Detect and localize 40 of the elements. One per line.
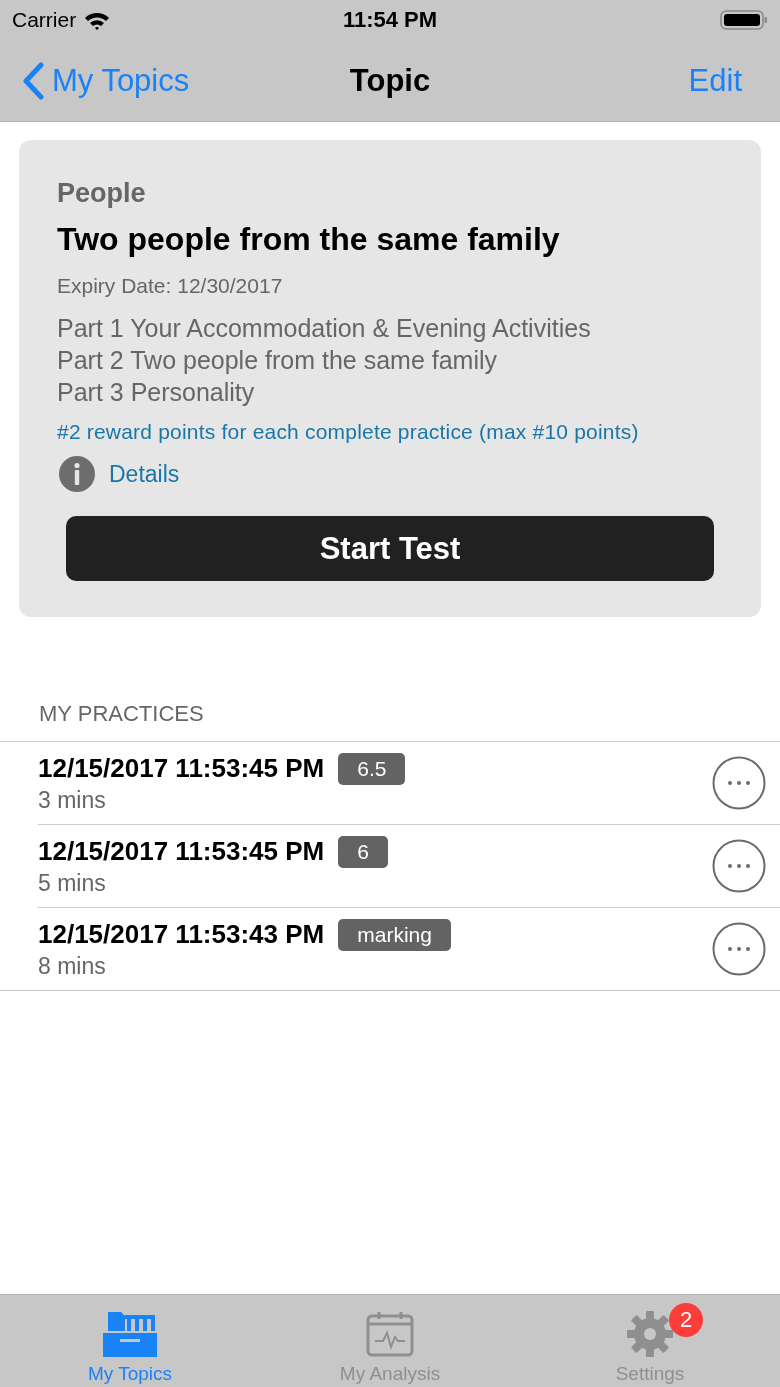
reward-note: #2 reward points for each complete practice (max #10 points) xyxy=(57,420,640,444)
score-tag: 6 xyxy=(338,835,388,868)
practice-row[interactable]: 12/15/2017 11:53:45 PM 6 5 mins xyxy=(38,825,780,908)
score-tag: 6.5 xyxy=(338,752,406,785)
topic-part: Part 2 Two people from the same family xyxy=(57,345,498,376)
practice-datetime: 12/15/2017 11:53:45 PM xyxy=(38,836,325,867)
gear-icon xyxy=(627,1311,673,1357)
screen-title: Topic xyxy=(349,62,431,99)
calendar-chart-icon xyxy=(366,1311,414,1357)
status-time: 11:54 PM xyxy=(342,7,438,33)
back-chevron-icon xyxy=(22,61,44,100)
battery-icon xyxy=(720,9,768,31)
tab-bar-item[interactable]: 2 Settings xyxy=(520,1295,780,1387)
topic-part: Part 1 Your Accommodation & Evening Activities xyxy=(57,313,592,344)
practice-datetime: 12/15/2017 11:53:43 PM xyxy=(38,919,325,950)
practice-row[interactable]: 12/15/2017 11:53:45 PM 6.5 3 mins xyxy=(38,742,780,825)
topic-part: Part 3 Personality xyxy=(57,377,256,408)
practice-row[interactable]: 12/15/2017 11:53:43 PM marking 8 mins xyxy=(0,908,780,991)
start-test-button[interactable]: Start Test xyxy=(66,516,714,581)
section-header: MY PRACTICES xyxy=(39,701,205,728)
practice-duration: 5 mins xyxy=(38,869,107,897)
tab-bar-item[interactable]: My Topics xyxy=(0,1295,260,1387)
more-options-icon[interactable] xyxy=(712,756,766,810)
practice-duration: 3 mins xyxy=(38,786,107,814)
wifi-icon xyxy=(84,10,111,30)
more-options-icon[interactable] xyxy=(712,922,766,976)
notification-badge: 2 xyxy=(669,1303,703,1337)
edit-button[interactable]: Edit xyxy=(688,62,742,99)
practice-datetime: 12/15/2017 11:53:45 PM xyxy=(38,753,325,784)
back-button[interactable]: My Topics xyxy=(22,61,190,100)
carrier-label: Carrier xyxy=(12,8,77,32)
topic-title: Two people from the same family xyxy=(57,221,561,258)
file-box-icon xyxy=(103,1311,157,1357)
practice-duration: 8 mins xyxy=(38,952,107,980)
expiry-date: Expiry Date: 12/30/2017 xyxy=(57,274,284,298)
more-options-icon[interactable] xyxy=(712,839,766,893)
details-link[interactable]: Details xyxy=(109,460,180,488)
score-tag: marking xyxy=(338,918,451,951)
info-icon xyxy=(59,456,95,492)
topic-category: People xyxy=(57,178,147,209)
